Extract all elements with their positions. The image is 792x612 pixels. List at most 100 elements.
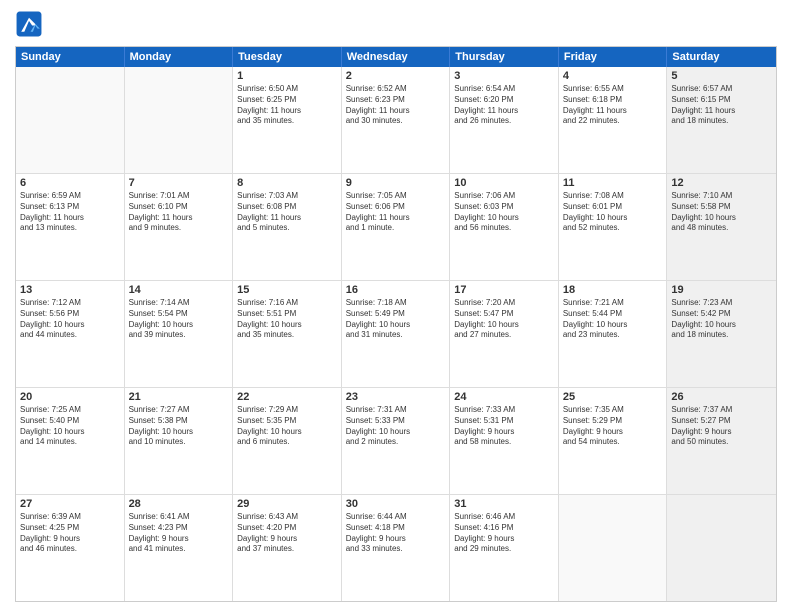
day-number: 19 (671, 284, 772, 296)
cal-cell-2-6: 11 Sunrise: 7:08 AM Sunset: 6:01 PM Dayli… (559, 174, 668, 280)
cell-info: Sunrise: 7:35 AM Sunset: 5:29 PM Dayligh… (563, 405, 663, 448)
day-number: 23 (346, 391, 446, 403)
day-number: 29 (237, 498, 337, 510)
weekday-header-sunday: Sunday (16, 47, 125, 67)
day-number: 21 (129, 391, 229, 403)
day-number: 5 (671, 70, 772, 82)
calendar-row-4: 20Sunrise: 7:25 AM Sunset: 5:40 PM Dayli… (16, 388, 776, 495)
day-number: 13 (20, 284, 120, 296)
day-number: 11 (563, 177, 663, 189)
cell-info: Sunrise: 7:08 AM Sunset: 6:01 PM Dayligh… (563, 191, 663, 234)
cell-info: Sunrise: 7:01 AM Sunset: 6:10 PM Dayligh… (129, 191, 229, 234)
day-number: 22 (237, 391, 337, 403)
cal-cell-5-3: 29 Sunrise: 6:43 AM Sunset: 4:20 PM Dayli… (233, 495, 342, 601)
day-number: 16 (346, 284, 446, 296)
weekday-header-thursday: Thursday (450, 47, 559, 67)
cell-info: Sunrise: 7:06 AM Sunset: 6:03 PM Dayligh… (454, 191, 554, 234)
cell-info: Sunrise: 6:50 AM Sunset: 6:25 PM Dayligh… (237, 84, 337, 127)
calendar-row-5: 27 Sunrise: 6:39 AM Sunset: 4:25 PM Dayli… (16, 495, 776, 601)
cell-info: Sunrise: 7:18 AM Sunset: 5:49 PM Dayligh… (346, 298, 446, 341)
cell-info: Sunrise: 7:37 AM Sunset: 5:27 PM Dayligh… (671, 405, 772, 448)
day-number: 20 (20, 391, 120, 403)
calendar-row-2: 6Sunrise: 6:59 AM Sunset: 6:13 PM Daylig… (16, 174, 776, 281)
day-number: 31 (454, 498, 554, 510)
cell-info: Sunrise: 6:59 AM Sunset: 6:13 PM Dayligh… (20, 191, 120, 234)
cell-info: Sunrise: 7:23 AM Sunset: 5:42 PM Dayligh… (671, 298, 772, 341)
cal-cell-5-7 (667, 495, 776, 601)
cell-info: Sunrise: 6:39 AM Sunset: 4:25 PM Dayligh… (20, 512, 120, 555)
cell-info: Sunrise: 7:14 AM Sunset: 5:54 PM Dayligh… (129, 298, 229, 341)
cal-cell-2-1: 6Sunrise: 6:59 AM Sunset: 6:13 PM Daylig… (16, 174, 125, 280)
cell-info: Sunrise: 7:33 AM Sunset: 5:31 PM Dayligh… (454, 405, 554, 448)
cell-info: Sunrise: 7:29 AM Sunset: 5:35 PM Dayligh… (237, 405, 337, 448)
cal-cell-4-6: 25 Sunrise: 7:35 AM Sunset: 5:29 PM Dayli… (559, 388, 668, 494)
day-number: 2 (346, 70, 446, 82)
cal-cell-5-4: 30Sunrise: 6:44 AM Sunset: 4:18 PM Dayli… (342, 495, 451, 601)
cell-info: Sunrise: 6:43 AM Sunset: 4:20 PM Dayligh… (237, 512, 337, 555)
cell-info: Sunrise: 6:52 AM Sunset: 6:23 PM Dayligh… (346, 84, 446, 127)
cal-cell-3-6: 18Sunrise: 7:21 AM Sunset: 5:44 PM Dayli… (559, 281, 668, 387)
cal-cell-1-6: 4Sunrise: 6:55 AM Sunset: 6:18 PM Daylig… (559, 67, 668, 173)
cell-info: Sunrise: 7:10 AM Sunset: 5:58 PM Dayligh… (671, 191, 772, 234)
calendar-header: SundayMondayTuesdayWednesdayThursdayFrid… (16, 47, 776, 67)
cell-info: Sunrise: 7:03 AM Sunset: 6:08 PM Dayligh… (237, 191, 337, 234)
weekday-header-tuesday: Tuesday (233, 47, 342, 67)
cal-cell-1-1 (16, 67, 125, 173)
cal-cell-1-2 (125, 67, 234, 173)
cal-cell-5-2: 28 Sunrise: 6:41 AM Sunset: 4:23 PM Dayli… (125, 495, 234, 601)
cell-info: Sunrise: 7:12 AM Sunset: 5:56 PM Dayligh… (20, 298, 120, 341)
header (15, 10, 777, 38)
cal-cell-4-3: 22 Sunrise: 7:29 AM Sunset: 5:35 PM Dayli… (233, 388, 342, 494)
weekday-header-friday: Friday (559, 47, 668, 67)
weekday-header-saturday: Saturday (667, 47, 776, 67)
cal-cell-2-4: 9 Sunrise: 7:05 AM Sunset: 6:06 PM Daylig… (342, 174, 451, 280)
day-number: 3 (454, 70, 554, 82)
cell-info: Sunrise: 7:31 AM Sunset: 5:33 PM Dayligh… (346, 405, 446, 448)
cell-info: Sunrise: 7:16 AM Sunset: 5:51 PM Dayligh… (237, 298, 337, 341)
calendar-row-3: 13 Sunrise: 7:12 AM Sunset: 5:56 PM Dayli… (16, 281, 776, 388)
cell-info: Sunrise: 6:54 AM Sunset: 6:20 PM Dayligh… (454, 84, 554, 127)
day-number: 27 (20, 498, 120, 510)
day-number: 17 (454, 284, 554, 296)
calendar-row-1: 1 Sunrise: 6:50 AM Sunset: 6:25 PM Daylig… (16, 67, 776, 174)
day-number: 14 (129, 284, 229, 296)
cal-cell-4-5: 24Sunrise: 7:33 AM Sunset: 5:31 PM Dayli… (450, 388, 559, 494)
cal-cell-2-2: 7Sunrise: 7:01 AM Sunset: 6:10 PM Daylig… (125, 174, 234, 280)
weekday-header-monday: Monday (125, 47, 234, 67)
cal-cell-3-4: 16 Sunrise: 7:18 AM Sunset: 5:49 PM Dayli… (342, 281, 451, 387)
day-number: 4 (563, 70, 663, 82)
cal-cell-3-2: 14 Sunrise: 7:14 AM Sunset: 5:54 PM Dayli… (125, 281, 234, 387)
cal-cell-2-5: 10Sunrise: 7:06 AM Sunset: 6:03 PM Dayli… (450, 174, 559, 280)
cal-cell-3-1: 13 Sunrise: 7:12 AM Sunset: 5:56 PM Dayli… (16, 281, 125, 387)
page: SundayMondayTuesdayWednesdayThursdayFrid… (0, 0, 792, 612)
day-number: 28 (129, 498, 229, 510)
cell-info: Sunrise: 6:46 AM Sunset: 4:16 PM Dayligh… (454, 512, 554, 555)
day-number: 12 (671, 177, 772, 189)
cal-cell-5-1: 27 Sunrise: 6:39 AM Sunset: 4:25 PM Dayli… (16, 495, 125, 601)
cal-cell-1-4: 2 Sunrise: 6:52 AM Sunset: 6:23 PM Daylig… (342, 67, 451, 173)
cell-info: Sunrise: 7:05 AM Sunset: 6:06 PM Dayligh… (346, 191, 446, 234)
cal-cell-1-7: 5Sunrise: 6:57 AM Sunset: 6:15 PM Daylig… (667, 67, 776, 173)
cell-info: Sunrise: 7:20 AM Sunset: 5:47 PM Dayligh… (454, 298, 554, 341)
cal-cell-2-3: 8Sunrise: 7:03 AM Sunset: 6:08 PM Daylig… (233, 174, 342, 280)
cal-cell-1-3: 1 Sunrise: 6:50 AM Sunset: 6:25 PM Daylig… (233, 67, 342, 173)
cal-cell-5-5: 31 Sunrise: 6:46 AM Sunset: 4:16 PM Dayli… (450, 495, 559, 601)
calendar: SundayMondayTuesdayWednesdayThursdayFrid… (15, 46, 777, 602)
day-number: 15 (237, 284, 337, 296)
cal-cell-4-1: 20Sunrise: 7:25 AM Sunset: 5:40 PM Dayli… (16, 388, 125, 494)
day-number: 9 (346, 177, 446, 189)
cell-info: Sunrise: 6:41 AM Sunset: 4:23 PM Dayligh… (129, 512, 229, 555)
weekday-header-wednesday: Wednesday (342, 47, 451, 67)
cal-cell-3-3: 15 Sunrise: 7:16 AM Sunset: 5:51 PM Dayli… (233, 281, 342, 387)
day-number: 1 (237, 70, 337, 82)
calendar-body: 1 Sunrise: 6:50 AM Sunset: 6:25 PM Daylig… (16, 67, 776, 601)
day-number: 18 (563, 284, 663, 296)
cell-info: Sunrise: 7:27 AM Sunset: 5:38 PM Dayligh… (129, 405, 229, 448)
cal-cell-3-5: 17 Sunrise: 7:20 AM Sunset: 5:47 PM Dayli… (450, 281, 559, 387)
cal-cell-4-2: 21 Sunrise: 7:27 AM Sunset: 5:38 PM Dayli… (125, 388, 234, 494)
cal-cell-2-7: 12 Sunrise: 7:10 AM Sunset: 5:58 PM Dayli… (667, 174, 776, 280)
day-number: 30 (346, 498, 446, 510)
cal-cell-5-6 (559, 495, 668, 601)
cal-cell-3-7: 19 Sunrise: 7:23 AM Sunset: 5:42 PM Dayli… (667, 281, 776, 387)
day-number: 25 (563, 391, 663, 403)
